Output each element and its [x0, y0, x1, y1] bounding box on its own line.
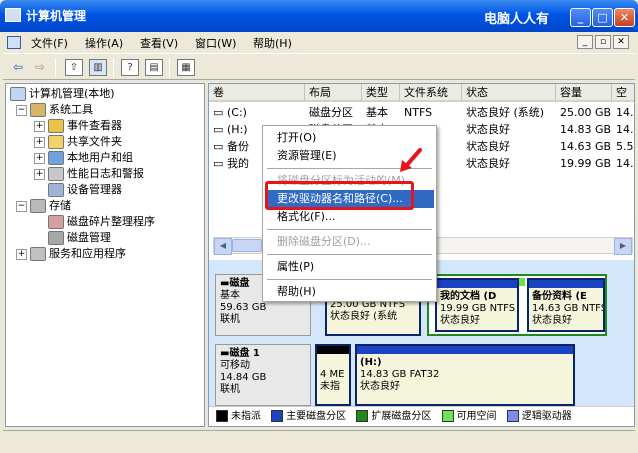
drive-icon: ▭: [213, 106, 224, 119]
title-bar[interactable]: 计算机管理 电脑人人有 _ □ ✕: [0, 0, 638, 32]
menu-action[interactable]: 操作(A): [85, 35, 123, 51]
column-volume[interactable]: 卷: [209, 84, 305, 102]
device-manager-icon: [48, 183, 64, 197]
shared-folder-icon: [48, 135, 64, 149]
red-arrow-icon: [400, 148, 422, 172]
disk-1-label[interactable]: ▬磁盘 1 可移动 14.84 GB 联机: [215, 344, 311, 406]
removable-drive-icon: ▭: [213, 123, 224, 136]
performance-icon: [48, 167, 64, 181]
forward-arrow-icon[interactable]: ⇨: [31, 59, 49, 76]
extended-partition[interactable]: 我的文档 (D 19.99 GB NTFS 状态良好 备份资料 (E 14.63…: [427, 274, 607, 336]
column-capacity[interactable]: 容量: [556, 84, 612, 102]
tree-local-users[interactable]: + 本地用户和组: [34, 150, 133, 166]
close-button[interactable]: ✕: [614, 8, 635, 27]
console-tree: 计算机管理(本地) − 系统工具 + 事件查看器 + 共享文件夹 + 本地用户和组 + 性…: [5, 83, 205, 427]
window-title: 计算机管理: [26, 9, 87, 23]
tree-perf-logs[interactable]: + 性能日志和警报: [34, 166, 144, 182]
properties-icon[interactable]: ▤: [145, 59, 163, 76]
legend-swatch: [271, 410, 284, 422]
unallocated-space[interactable]: 4 ME 未指: [315, 344, 351, 406]
tree-defrag[interactable]: 磁盘碎片整理程序: [48, 214, 155, 230]
tree-disk-management[interactable]: 磁盘管理: [48, 230, 111, 246]
tree-root[interactable]: 计算机管理(本地): [10, 86, 115, 102]
child-restore-button[interactable]: ▫: [595, 35, 611, 49]
collapse-icon[interactable]: −: [16, 200, 27, 212]
partition-legend: 未指派 主要磁盘分区 扩展磁盘分区 可用空间 逻辑驱动器: [209, 406, 634, 426]
child-close-button[interactable]: ✕: [613, 35, 629, 49]
minimize-button[interactable]: _: [570, 8, 591, 27]
collapse-icon[interactable]: −: [16, 104, 27, 116]
drive-icon: ▭: [213, 140, 224, 153]
computer-management-icon: [5, 8, 21, 22]
expand-icon[interactable]: +: [34, 168, 45, 180]
menu-window[interactable]: 窗口(W): [195, 35, 236, 51]
expand-icon[interactable]: +: [16, 248, 27, 260]
legend-swatch: [441, 410, 454, 422]
tree-storage[interactable]: − 存储: [16, 198, 71, 214]
menu-help[interactable]: 帮助(H): [253, 35, 292, 51]
column-free[interactable]: 空: [612, 84, 634, 102]
tree-services[interactable]: + 服务和应用程序: [16, 246, 126, 262]
expand-icon[interactable]: +: [34, 136, 45, 148]
toolbar-separator: [169, 58, 170, 77]
mdi-app-icon[interactable]: [7, 36, 21, 49]
free-space-segment: [519, 278, 525, 286]
volume-row[interactable]: ▭ (C:) 磁盘分区 基本 NTFS 状态良好 (系统) 25.00 GB 1…: [209, 104, 634, 121]
column-status[interactable]: 状态: [462, 84, 556, 102]
back-arrow-icon[interactable]: ⇦: [9, 59, 27, 76]
column-type[interactable]: 类型: [362, 84, 400, 102]
up-folder-icon[interactable]: ⇧: [65, 59, 83, 76]
menu-separator: [267, 229, 432, 230]
column-filesystem[interactable]: 文件系统: [400, 84, 462, 102]
tree-system-tools[interactable]: − 系统工具: [16, 102, 93, 118]
tree-event-viewer[interactable]: + 事件查看器: [34, 118, 122, 134]
computer-icon: [10, 87, 26, 101]
toolbar: ⇦ ⇨ ⇧ ▥ ? ▤ ▦: [3, 54, 635, 80]
event-viewer-icon: [48, 119, 64, 133]
legend-swatch: [506, 410, 519, 422]
menu-item-properties[interactable]: 属性(P): [265, 258, 434, 276]
partition-h[interactable]: (H:) 14.83 GB FAT32 状态良好: [355, 344, 575, 406]
scroll-thumb[interactable]: [232, 239, 262, 252]
column-layout[interactable]: 布局: [305, 84, 362, 102]
tools-icon: [30, 103, 46, 117]
legend-swatch: [216, 410, 228, 422]
highlight-frame: [265, 181, 414, 210]
export-list-icon[interactable]: ▦: [177, 59, 195, 76]
menu-separator: [267, 254, 432, 255]
services-icon: [30, 247, 46, 261]
tree-shared-folders[interactable]: + 共享文件夹: [34, 134, 122, 150]
toolbar-separator: [55, 58, 56, 77]
menu-bar: 文件(F) 操作(A) 查看(V) 窗口(W) 帮助(H) _ ▫ ✕: [3, 32, 635, 54]
legend-swatch: [356, 410, 369, 422]
drive-icon: ▭: [213, 157, 224, 170]
menu-item-open[interactable]: 打开(O): [265, 129, 434, 147]
toolbar-separator: [113, 58, 114, 77]
scroll-left-icon[interactable]: ◀: [214, 238, 232, 255]
menu-item-delete-partition: 删除磁盘分区(D)...: [277, 235, 371, 248]
menu-file[interactable]: 文件(F): [31, 35, 68, 51]
partition-backup[interactable]: 备份资料 (E 14.63 GB NTFS 状态良好: [527, 278, 605, 332]
child-minimize-button[interactable]: _: [577, 35, 593, 49]
users-icon: [48, 151, 64, 165]
status-bar: [3, 430, 635, 450]
help-icon[interactable]: ?: [121, 59, 139, 76]
menu-item-help[interactable]: 帮助(H): [265, 283, 434, 301]
defrag-icon: [48, 215, 64, 229]
menu-item-format[interactable]: 格式化(F)...: [265, 208, 434, 226]
storage-icon: [30, 199, 46, 213]
menu-separator: [267, 279, 432, 280]
tree-device-manager[interactable]: 设备管理器: [48, 182, 122, 198]
partition-my-documents[interactable]: 我的文档 (D 19.99 GB NTFS 状态良好: [435, 278, 519, 332]
watermark-text: 电脑人人有: [484, 12, 550, 27]
show-tree-icon[interactable]: ▥: [89, 59, 107, 76]
menu-view[interactable]: 查看(V): [140, 35, 178, 51]
expand-icon[interactable]: +: [34, 120, 45, 132]
expand-icon[interactable]: +: [34, 152, 45, 164]
maximize-button[interactable]: □: [592, 8, 613, 27]
disk-management-icon: [48, 231, 64, 245]
scroll-right-icon[interactable]: ▶: [614, 238, 632, 255]
